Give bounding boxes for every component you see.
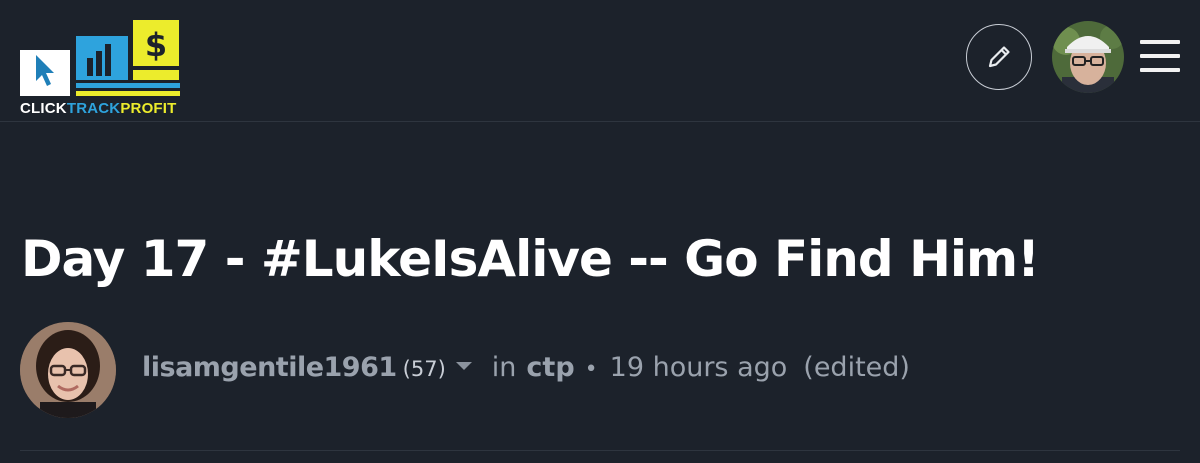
- bullet-separator: •: [584, 357, 598, 382]
- logo-text-profit: PROFIT: [120, 100, 177, 117]
- logo-wordmark: CLICKTRACKPROFIT: [20, 100, 182, 117]
- clicktrackprofit-logo[interactable]: $ CLICKTRACKPROFIT: [20, 20, 182, 118]
- edited-label: (edited): [803, 352, 910, 383]
- in-label: in: [491, 352, 517, 383]
- logo-text-click: CLICK: [20, 100, 67, 117]
- logo-graphic: $: [20, 20, 180, 96]
- community-link[interactable]: ctp: [526, 352, 574, 383]
- logo-text-track: TRACK: [66, 100, 121, 117]
- post-timestamp[interactable]: 19 hours ago: [610, 352, 788, 383]
- write-post-button[interactable]: [966, 24, 1032, 90]
- svg-text:$: $: [145, 26, 167, 64]
- divider: [20, 450, 1180, 451]
- hamburger-menu-icon[interactable]: [1140, 38, 1182, 74]
- author-avatar[interactable]: [20, 322, 116, 418]
- user-avatar[interactable]: [1052, 21, 1124, 93]
- post-meta-line: lisamgentile1961 (57) in ctp • 19 hours …: [142, 352, 910, 388]
- pencil-icon: [988, 46, 1010, 68]
- post-meta: lisamgentile1961 (57) in ctp • 19 hours …: [20, 322, 1180, 418]
- author-avatar-image: [20, 322, 116, 418]
- post-title: Day 17 - #LukeIsAlive -- Go Find Him!: [21, 230, 1040, 288]
- author-reputation: (57): [402, 357, 446, 381]
- author-name-link[interactable]: lisamgentile1961: [142, 352, 397, 383]
- top-nav-bar: $ CLICKTRACKPROFIT: [0, 0, 1200, 122]
- chevron-down-icon[interactable]: [455, 362, 472, 370]
- user-avatar-image: [1052, 21, 1124, 93]
